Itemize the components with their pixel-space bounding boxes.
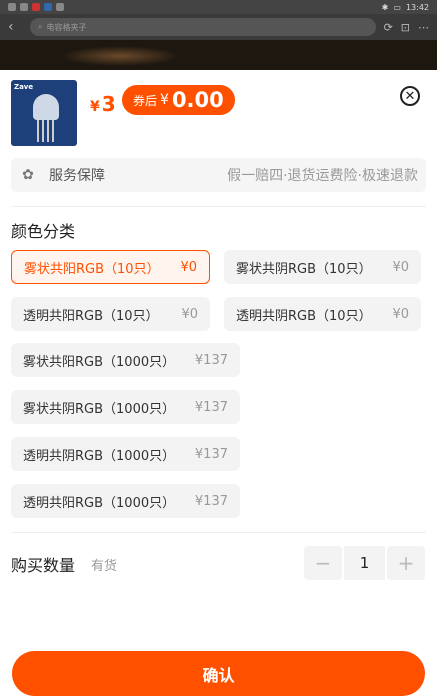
status-time: 13:42 [405,2,429,12]
sku-option-0[interactable]: 雾状共阳RGB（10只） ¥0 [11,250,210,284]
service-guarantee-row[interactable]: ✿ 服务保障 假一赔四·退货运费险·极速退款 [11,158,426,192]
led-leg [42,120,44,142]
badge-icon: ✿ [22,167,34,183]
divider [11,206,426,207]
sku-option-name: 雾状共阳RGB（1000只） [23,354,176,370]
top-bar-actions: ⟳ ⊡ ⋯ [384,21,429,34]
sku-option-5[interactable]: 雾状共阴RGB（1000只） ¥137 [11,390,240,424]
status-icons-left [8,3,64,11]
sku-option-name: 透明共阳RGB（10只） [23,308,159,324]
back-arrow-icon[interactable]: ‹ [8,19,22,35]
sku-option-3[interactable]: 透明共阴RGB（10只） ¥0 [224,297,421,331]
more-icon[interactable]: ⋯ [418,21,429,34]
sku-option-price: ¥137 [194,446,228,462]
share-icon[interactable]: ⟳ [384,21,393,34]
sku-option-name: 透明共阴RGB（10只） [236,308,372,324]
led-leg [37,120,39,142]
sku-option-price: ¥0 [392,306,409,322]
color-section-title: 颜色分类 [11,222,76,241]
sku-option-price: ¥0 [392,259,409,275]
divider [11,532,426,533]
led-leg [47,120,49,142]
service-description: 假一赔四·退货运费险·极速退款 [227,168,418,184]
original-price: ¥ 3 [90,92,116,116]
wifi-icon [20,3,28,11]
coupon-price-value: 0.00 [171,88,224,112]
sku-option-4[interactable]: 雾状共阳RGB（1000只） ¥137 [11,343,240,377]
search-icon: ⌕ [38,22,43,31]
background-banner [0,40,437,70]
increase-button[interactable]: + [387,546,425,580]
sku-option-price: ¥0 [181,306,198,322]
search-input[interactable]: ⌕ 电容格夹子 [30,18,376,36]
search-placeholder: 电容格夹子 [46,22,87,32]
app-notification-icon [56,3,64,11]
price-value: 3 [101,92,116,116]
status-icons-right: ✱ ▭ 13:42 [382,3,429,12]
sku-option-2[interactable]: 透明共阳RGB（10只） ¥0 [11,297,210,331]
coupon-currency: ¥ [160,92,169,108]
sku-option-name: 雾状共阴RGB（10只） [236,261,372,277]
sku-option-6[interactable]: 透明共阴RGB（1000只） ¥137 [11,437,240,471]
confirm-button[interactable]: 确认 [12,651,425,696]
quantity-stepper: − 1 + [304,546,425,580]
sku-option-name: 透明共阳RGB（1000只） [23,495,176,511]
coupon-price-badge: 券后 ¥ 0.00 [122,85,235,115]
status-bar: ✱ ▭ 13:42 [0,0,437,14]
sku-option-price: ¥137 [194,493,228,509]
sku-option-name: 雾状共阳RGB（10只） [24,261,160,277]
thumbnail-brand: Zave [14,83,34,91]
coupon-label: 券后 [133,93,158,108]
sku-selector-sheet: Zave ¥ 3 券后 ¥ 0.00 ✕ ✿ 服务保障 假一赔四·退货运费险·极… [0,70,437,700]
sku-option-1[interactable]: 雾状共阴RGB（10只） ¥0 [224,250,421,284]
sku-option-price: ¥137 [194,352,228,368]
price-currency: ¥ [90,99,100,115]
product-thumbnail: Zave [11,80,77,146]
quantity-value[interactable]: 1 [344,546,385,580]
sku-option-name: 雾状共阴RGB（1000只） [23,401,176,417]
battery-icon: ▭ [393,2,401,12]
app-notification-icon [32,3,40,11]
sku-option-7[interactable]: 透明共阳RGB（1000只） ¥137 [11,484,240,518]
signal-icon [8,3,16,11]
decrease-button[interactable]: − [304,546,342,580]
close-icon[interactable]: ✕ [400,86,420,106]
quantity-title: 购买数量 [11,556,76,575]
app-notification-icon [44,3,52,11]
cart-icon[interactable]: ⊡ [401,21,410,34]
sku-option-price: ¥0 [180,259,197,275]
sku-option-name: 透明共阴RGB（1000只） [23,448,176,464]
led-leg [52,120,54,142]
service-label: 服务保障 [49,168,105,184]
top-bar: ‹ ⌕ 电容格夹子 ⟳ ⊡ ⋯ [0,14,437,40]
led-image [33,94,59,120]
sku-option-price: ¥137 [194,399,228,415]
stock-status: 有货 [91,559,118,574]
bluetooth-icon: ✱ [381,2,389,12]
